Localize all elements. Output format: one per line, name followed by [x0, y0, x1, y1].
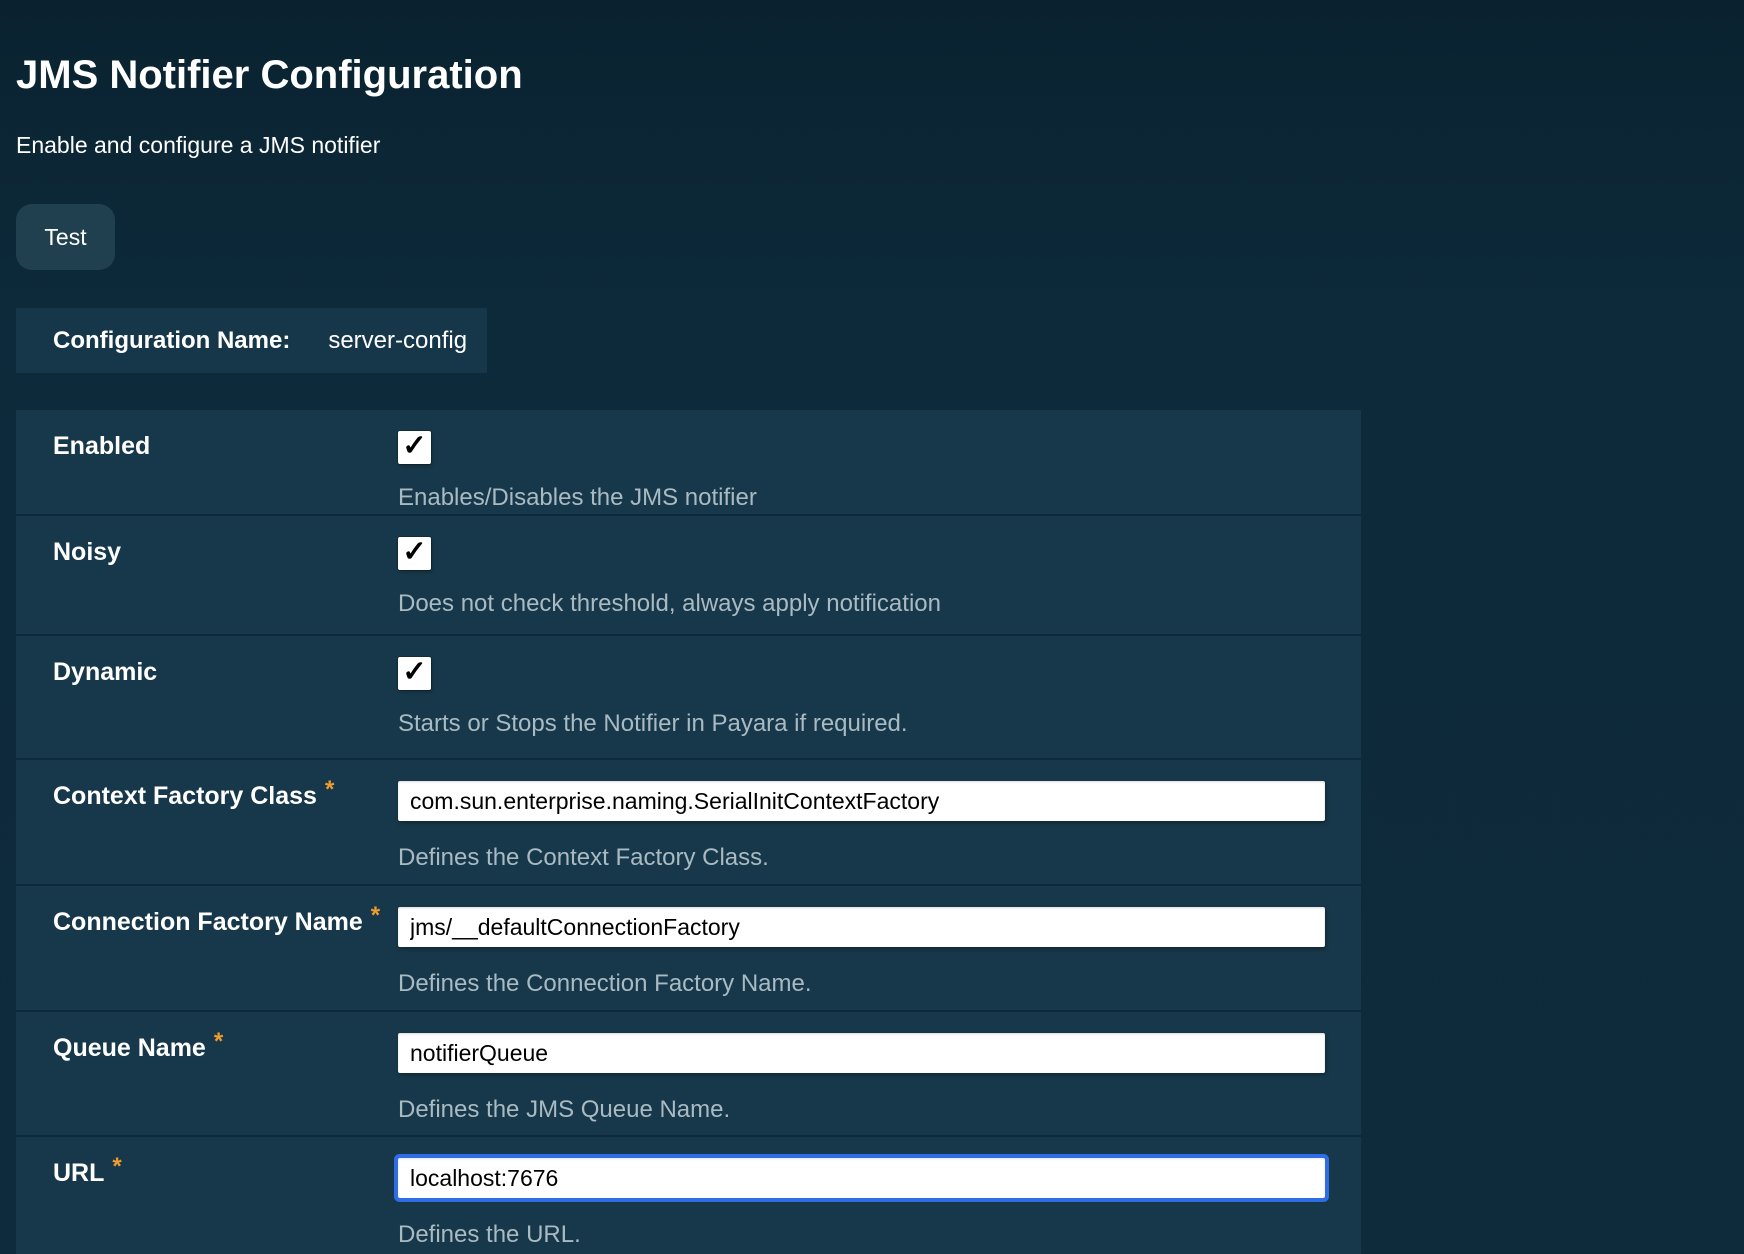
context-factory-class-help-text: Defines the Context Factory Class.: [398, 843, 1361, 872]
form-row-url: URL * Defines the URL.: [16, 1137, 1361, 1254]
form-row-queue-name: Queue Name * Defines the JMS Queue Name.: [16, 1012, 1361, 1137]
page-subtitle: Enable and configure a JMS notifier: [16, 131, 1744, 159]
checkmark-icon: ✓: [402, 538, 426, 567]
configuration-name-value: server-config: [328, 327, 467, 355]
url-label: URL: [53, 1159, 104, 1187]
noisy-label: Noisy: [53, 538, 121, 566]
form-row-connection-factory-name: Connection Factory Name * Defines the Con…: [16, 886, 1361, 1012]
form-row-context-factory-class: Context Factory Class * Defines the Conte…: [16, 760, 1361, 886]
connection-factory-name-input[interactable]: [398, 907, 1325, 947]
dynamic-checkbox[interactable]: ✓: [398, 657, 431, 690]
context-factory-class-label: Context Factory Class: [53, 782, 317, 810]
required-asterisk: *: [371, 902, 380, 929]
enabled-help-text: Enables/Disables the JMS notifier: [398, 483, 1361, 512]
jms-notifier-configuration-page: JMS Notifier Configuration Enable and co…: [0, 52, 1744, 1254]
queue-name-help-text: Defines the JMS Queue Name.: [398, 1095, 1361, 1124]
dynamic-help-text: Starts or Stops the Notifier in Payara i…: [398, 709, 1361, 738]
url-help-text: Defines the URL.: [398, 1220, 1361, 1249]
noisy-help-text: Does not check threshold, always apply n…: [398, 589, 1361, 618]
checkmark-icon: ✓: [402, 432, 426, 461]
enabled-checkbox[interactable]: ✓: [398, 431, 431, 464]
page-title: JMS Notifier Configuration: [16, 52, 1744, 98]
connection-factory-name-help-text: Defines the Connection Factory Name.: [398, 969, 1361, 998]
dynamic-label: Dynamic: [53, 658, 157, 686]
notifier-form: Enabled ✓ Enables/Disables the JMS notif…: [16, 410, 1361, 1254]
enabled-label: Enabled: [53, 432, 150, 460]
noisy-checkbox[interactable]: ✓: [398, 537, 431, 570]
queue-name-label: Queue Name: [53, 1034, 206, 1062]
context-factory-class-input[interactable]: [398, 781, 1325, 821]
required-asterisk: *: [325, 776, 334, 803]
required-asterisk: *: [214, 1028, 223, 1055]
form-row-noisy: Noisy ✓ Does not check threshold, always…: [16, 516, 1361, 636]
connection-factory-name-label: Connection Factory Name: [53, 908, 363, 936]
required-asterisk: *: [112, 1153, 121, 1180]
form-row-dynamic: Dynamic ✓ Starts or Stops the Notifier i…: [16, 636, 1361, 760]
queue-name-input[interactable]: [398, 1033, 1325, 1073]
configuration-name-row: Configuration Name: server-config: [16, 308, 487, 373]
url-input[interactable]: [398, 1158, 1325, 1198]
checkmark-icon: ✓: [402, 658, 426, 687]
test-button[interactable]: Test: [16, 204, 115, 270]
form-row-enabled: Enabled ✓ Enables/Disables the JMS notif…: [16, 410, 1361, 516]
configuration-name-label: Configuration Name:: [53, 327, 290, 355]
